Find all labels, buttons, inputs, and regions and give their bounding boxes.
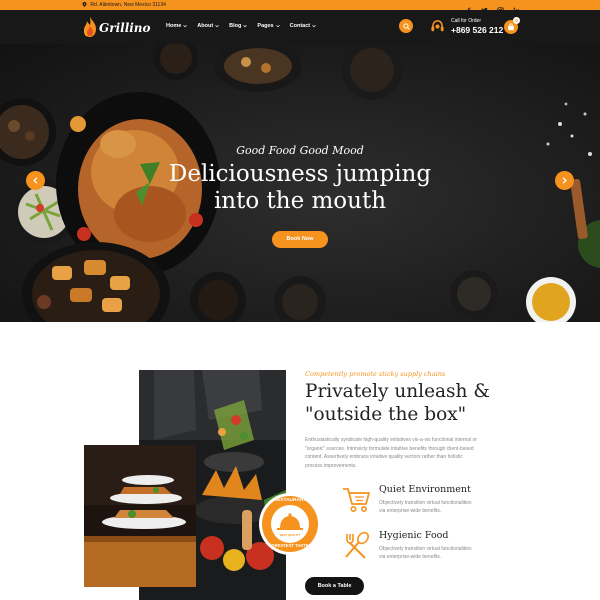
flame-icon	[84, 17, 96, 37]
badge-text-bottom: GREATEST TASTE	[271, 543, 309, 548]
book-now-button[interactable]: Book Now	[272, 231, 328, 248]
chevron-down-icon	[275, 25, 280, 28]
feature-title: Hygienic Food	[379, 530, 449, 541]
chevron-left-icon	[33, 177, 38, 184]
nav-item-about[interactable]: About	[197, 23, 219, 29]
cart-count-badge: 0	[513, 17, 520, 24]
nav-item-label: About	[197, 23, 214, 29]
chevron-down-icon	[183, 25, 188, 28]
fork-spoon-icon	[345, 531, 369, 559]
nav-item-blog[interactable]: Blog	[229, 23, 248, 29]
hero-headline-line2: into the mouth	[213, 188, 387, 214]
location-pin-icon	[82, 2, 87, 7]
nav-menu: Home About Blog Pages Contact	[166, 23, 316, 29]
feature-title: Quiet Environment	[379, 484, 471, 495]
about-title-line2: "outside the box"	[305, 404, 467, 425]
call-label: Call for Order	[451, 18, 482, 24]
brand-logo[interactable]: Grillino	[82, 16, 151, 38]
chevron-down-icon	[312, 25, 316, 28]
search-button[interactable]	[399, 19, 413, 33]
main-navigation: Grillino Home About Blog Pages Contact C…	[0, 10, 600, 44]
chevron-down-icon	[243, 25, 248, 28]
social-links	[465, 1, 520, 14]
about-body: Enthusiastically syndicate high-quality …	[305, 437, 478, 469]
about-title: Privately unleash & "outside the box"	[305, 380, 505, 426]
chevron-down-icon	[215, 25, 219, 28]
nav-item-label: Home	[166, 23, 182, 29]
nav-item-label: Contact	[289, 23, 311, 29]
shopping-bag-icon	[508, 23, 514, 31]
badge-text-top: RESTAURANT	[273, 498, 307, 503]
call-number[interactable]: +869 526 212	[451, 25, 503, 35]
linkedin-icon[interactable]	[513, 1, 520, 14]
nav-item-pages[interactable]: Pages	[257, 23, 280, 29]
feature-description: Objectively transition virtual functiona…	[379, 546, 472, 560]
nav-item-label: Pages	[257, 23, 274, 29]
nav-item-contact[interactable]: Contact	[290, 23, 316, 29]
chevron-right-icon	[562, 177, 567, 184]
hero-slider: Good Food Good Mood Deliciousness jumpin…	[0, 44, 600, 322]
hero-tagline: Good Food Good Mood	[236, 144, 364, 157]
nav-item-home[interactable]: Home	[166, 23, 188, 29]
nav-item-label: Blog	[229, 23, 242, 29]
about-eyebrow: Competently promote sticky supply chains	[305, 370, 446, 378]
address: Rd. Allentown, New Mexico 31134	[82, 1, 166, 9]
address-text: Rd. Allentown, New Mexico 31134	[90, 2, 166, 8]
twitter-icon[interactable]	[481, 1, 488, 13]
hero-headline: Deliciousness jumping into the mouth	[0, 161, 600, 215]
brand-name: Grillino	[99, 21, 151, 35]
feature-description: Objectively transition virtual functiona…	[379, 500, 472, 514]
instagram-icon[interactable]	[497, 1, 504, 14]
badge-text-center: BEST QUALITY	[279, 533, 301, 537]
slider-next-button[interactable]	[555, 171, 574, 190]
hero-headline-line1: Deliciousness jumping	[168, 161, 432, 187]
about-title-line1: Privately unleash &	[305, 381, 490, 402]
top-bar: Rd. Allentown, New Mexico 31134	[0, 0, 600, 14]
shopping-cart-icon	[343, 488, 370, 512]
about-photo-collage	[84, 370, 321, 600]
search-icon	[402, 22, 410, 30]
slider-prev-button[interactable]	[26, 171, 45, 190]
book-table-button[interactable]: Book a Table	[305, 577, 364, 595]
facebook-icon[interactable]	[465, 1, 472, 14]
headset-icon	[431, 20, 444, 32]
